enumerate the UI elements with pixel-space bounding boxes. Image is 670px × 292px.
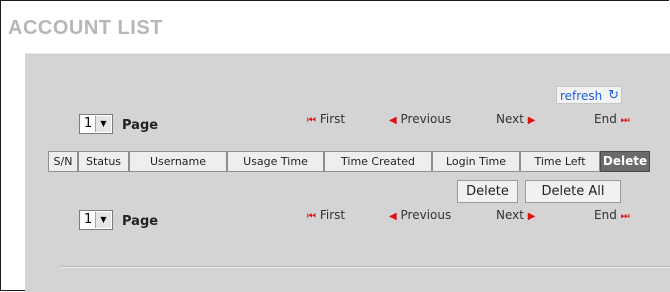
- page-label: Page: [122, 214, 159, 229]
- next-icon: ▶: [527, 115, 536, 126]
- col-time-created: Time Created: [324, 151, 432, 172]
- page-select[interactable]: 1 ▼: [79, 114, 113, 134]
- divider: [60, 266, 670, 268]
- delete-button[interactable]: Delete: [457, 180, 518, 203]
- col-time-left: Time Left: [520, 151, 600, 172]
- page-title: ACCOUNT LIST: [8, 17, 163, 39]
- end-label: End: [594, 208, 617, 222]
- end-icon: ⏭: [620, 115, 630, 126]
- col-username: Username: [129, 151, 227, 172]
- first-label: First: [319, 208, 346, 222]
- previous-label: Previous: [400, 208, 452, 222]
- delete-all-button[interactable]: Delete All: [525, 180, 621, 203]
- next-link[interactable]: Next ▶: [496, 208, 536, 222]
- page-select-value: 1: [84, 116, 93, 131]
- first-icon: ⏮: [307, 211, 316, 222]
- end-label: End: [594, 112, 617, 126]
- refresh-button[interactable]: refresh ↻: [556, 86, 622, 104]
- col-sn: S/N: [48, 151, 78, 172]
- previous-icon: ◀: [389, 211, 397, 222]
- next-label: Next: [496, 208, 524, 222]
- end-link[interactable]: End ⏭: [594, 112, 630, 126]
- chevron-down-icon[interactable]: ▼: [95, 116, 111, 132]
- first-link[interactable]: ⏮ First: [307, 208, 345, 222]
- previous-link[interactable]: ◀ Previous: [389, 112, 451, 126]
- previous-label: Previous: [400, 112, 452, 126]
- first-label: First: [319, 112, 346, 126]
- col-usage-time: Usage Time: [227, 151, 324, 172]
- end-link[interactable]: End ⏭: [594, 208, 630, 222]
- previous-link[interactable]: ◀ Previous: [389, 208, 451, 222]
- page-select-bottom[interactable]: 1 ▼: [79, 210, 113, 230]
- col-status: Status: [78, 151, 129, 172]
- page-select-value: 1: [84, 212, 93, 227]
- col-delete: Delete: [600, 151, 650, 172]
- first-link[interactable]: ⏮ First: [307, 112, 345, 126]
- refresh-icon: ↻: [608, 88, 619, 103]
- next-icon: ▶: [527, 211, 536, 222]
- next-link[interactable]: Next ▶: [496, 112, 536, 126]
- chevron-down-icon[interactable]: ▼: [95, 212, 111, 228]
- page-label: Page: [122, 118, 159, 133]
- end-icon: ⏭: [620, 211, 630, 222]
- refresh-label: refresh: [560, 89, 603, 103]
- first-icon: ⏮: [307, 115, 316, 126]
- previous-icon: ◀: [389, 115, 397, 126]
- col-login-time: Login Time: [432, 151, 520, 172]
- next-label: Next: [496, 112, 524, 126]
